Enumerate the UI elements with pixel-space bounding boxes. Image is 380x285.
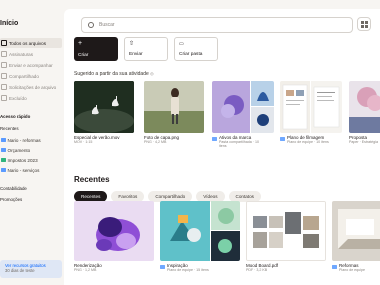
request-icon [1,84,7,90]
sidebar-link-promocoes[interactable]: Promoções [0,197,22,202]
photo-thumbnail [349,81,380,133]
folder-thumbnail [212,81,274,133]
folder-thumbnail [160,201,240,261]
sidebar-item-send-track[interactable]: Enviar e acompanhar [0,60,62,70]
sidebar-folder-nario-reformas[interactable]: Nario - reformas [0,135,62,145]
page-title: Início [0,20,19,27]
folder-icon [1,40,7,46]
folder-icon [280,137,285,141]
sidebar-folder-impostos[interactable]: Impostos 2023 [0,155,62,165]
recent-item[interactable]: Renderização PNG · 1,2 MB [74,201,154,272]
pdf-thumbnail [246,201,326,261]
sidebar-item-all-files[interactable]: Todos os arquivos [0,38,62,48]
suggested-item[interactable]: Proposta Paper · Estratégia [349,81,380,144]
grid-icon [361,21,364,24]
video-thumbnail [74,81,134,133]
folder-icon [160,265,165,269]
recent-folder[interactable]: Reformas Plano de equipe [332,201,380,272]
promo-banner[interactable]: Ver recursos gratuitos 30 dias de teste [0,260,62,278]
shared-icon [1,73,7,79]
search-icon [88,22,94,28]
sidebar-item-shared[interactable]: Compartilhado [0,71,62,81]
search-placeholder: Buscar [99,22,115,28]
folder-icon [1,148,6,152]
folder-icon [212,137,217,141]
upload-button[interactable]: ⇧ Enviar [124,37,168,61]
main-panel: Buscar + Criar ⇧ Enviar ▭ Criar pasta Su… [64,9,380,285]
create-folder-button[interactable]: ▭ Criar pasta [174,37,218,61]
folder-icon [1,168,6,172]
sidebar-folder-nario-servicos[interactable]: Nario - serviços [0,165,62,175]
recent-folder[interactable]: Inspiração Plano de equipe · 15 itens [160,201,240,272]
folder-icon [1,138,6,142]
suggested-folder[interactable]: Ativos da marca Pasta compartilhada · 10 … [212,81,274,148]
suggested-item[interactable]: Especial de verão.mov MOV · 1:15 [74,81,134,144]
recent-heading: Recentes [0,126,19,131]
sidebar-link-contabilidade[interactable]: Contabilidade [0,186,27,191]
folder-icon [332,265,337,269]
suggested-item[interactable]: Foto de capa.png PNG · 4,2 MB [144,81,204,144]
signature-icon [1,51,7,57]
image-thumbnail [74,201,154,261]
trash-icon [1,95,7,101]
upload-icon: ⇧ [129,41,135,47]
suggested-heading: Sugerido a partir da sua atividade ◎ [74,71,154,77]
info-icon: ◎ [150,71,154,76]
sidebar-folder-orcamento[interactable]: Orçamento [0,145,62,155]
folder-icon [1,158,6,162]
recent-item[interactable]: Mood Board.pdf PDF · 3,2 KB [246,201,326,272]
sidebar: Início Todos os arquivos Assinaturas Env… [0,0,64,285]
sidebar-item-file-requests[interactable]: Solicitações de arquivo [0,82,62,92]
folder-thumbnail [332,201,380,261]
photo-thumbnail [144,81,204,133]
apps-grid-button[interactable] [357,17,371,31]
suggested-folder[interactable]: Plano de filmagem Plano de equipe · 10 it… [280,81,342,144]
sidebar-item-signatures[interactable]: Assinaturas [0,49,62,59]
search-input[interactable]: Buscar [81,17,353,33]
send-icon [1,62,7,68]
promo-subtitle: 30 dias de teste [5,268,35,273]
sidebar-item-deleted[interactable]: Excluído [0,93,62,103]
recent-section-heading: Recentes [74,175,110,184]
quick-access-heading: Acesso rápido [0,114,31,119]
create-button[interactable]: + Criar [74,37,118,61]
plus-icon: + [78,40,83,47]
folder-plus-icon: ▭ [179,41,184,47]
folder-thumbnail [280,81,342,133]
